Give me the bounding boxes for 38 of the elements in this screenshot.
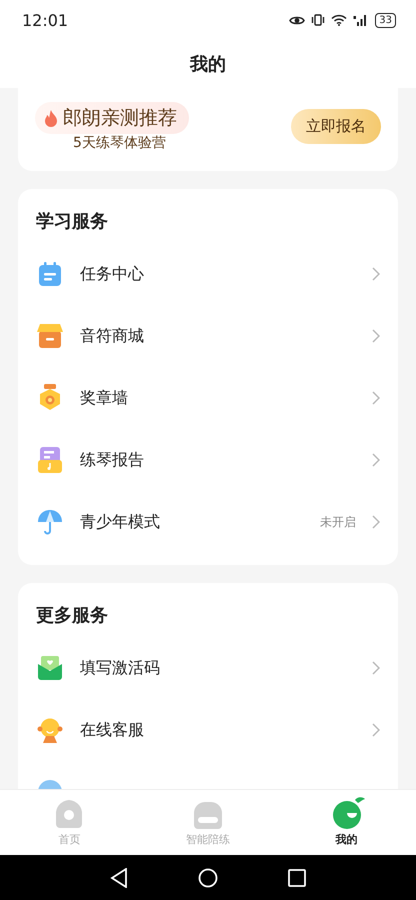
chevron-right-icon <box>372 453 380 467</box>
battery-indicator: 33 <box>375 12 396 28</box>
menu-item-label[interactable]: 奖章墙 <box>80 388 128 408</box>
person-icon <box>36 717 64 743</box>
chevron-right-icon <box>372 267 380 281</box>
chevron-right-icon <box>372 723 380 737</box>
chevron-right-icon <box>372 515 380 529</box>
promo-badge-text: 郎朗亲测推荐 <box>63 106 177 130</box>
menu-item-label[interactable]: 在线客服 <box>80 720 144 740</box>
signup-button[interactable]: 立即报名 <box>291 109 381 144</box>
status-text: 未开启 <box>320 514 356 530</box>
report-icon <box>36 447 64 473</box>
chevron-right-icon <box>372 391 380 405</box>
tab-item[interactable]: 我的 <box>277 790 416 855</box>
back-icon[interactable] <box>110 868 128 888</box>
chevron-right-icon <box>372 661 380 675</box>
home-button-icon[interactable] <box>198 868 218 888</box>
recents-icon[interactable] <box>288 868 306 886</box>
section-title: 更多服务 <box>36 604 109 627</box>
practice-icon <box>193 800 223 830</box>
menu-item-label[interactable]: 青少年模式 <box>80 512 160 532</box>
status-time: 12:01 <box>22 10 68 30</box>
envelope-icon <box>36 656 64 680</box>
eye-icon <box>289 14 306 26</box>
flame-icon <box>43 108 59 126</box>
umbrella-icon <box>36 509 64 535</box>
menu-item-label[interactable]: 音符商城 <box>80 326 144 346</box>
promo-subtitle: 5天练琴体验营 <box>73 134 166 152</box>
calendar-icon <box>36 262 64 286</box>
menu-item-label[interactable]: 填写激活码 <box>80 658 160 678</box>
menu-item-label[interactable]: 练琴报告 <box>80 450 144 470</box>
menu-item-label[interactable]: 任务中心 <box>80 264 144 284</box>
vibrate-icon <box>311 14 326 26</box>
section-title: 学习服务 <box>36 210 109 233</box>
chevron-right-icon <box>372 329 380 343</box>
page-title: 我的 <box>190 53 226 76</box>
shop-icon <box>36 324 64 348</box>
wifi-icon <box>331 14 348 26</box>
